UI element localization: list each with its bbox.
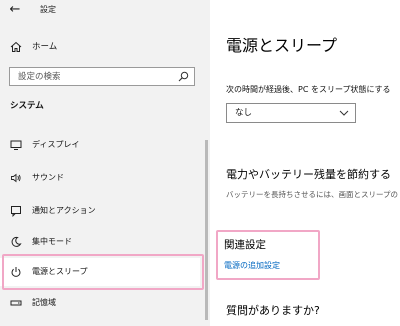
sleep-description: 次の時間が経過後、PC をスリープ状態にする <box>226 85 391 94</box>
display-icon <box>10 140 22 150</box>
section-title-system: システム <box>10 101 44 111</box>
sidebar-item-home[interactable]: ホーム <box>0 38 200 58</box>
notification-icon <box>11 206 21 217</box>
sidebar-item-storage[interactable]: 記憶域 <box>0 290 200 316</box>
sidebar-item-label: ディスプレイ <box>32 140 80 149</box>
search-input[interactable]: 設定の検索 <box>9 67 195 86</box>
section-heading-questions: 質問がありますか? <box>226 304 320 317</box>
back-arrow-icon[interactable]: ← <box>6 2 24 18</box>
section-heading-power-saving: 電力やバッテリー残量を節約する <box>226 168 391 181</box>
sidebar-item-label: 通知とアクション <box>32 206 96 215</box>
additional-power-settings-link[interactable]: 電源の追加設定 <box>224 261 280 271</box>
main-content: 電源とスリープ 次の時間が経過後、PC をスリープ状態にする なし 電力やバッテ… <box>210 0 400 326</box>
sidebar-item-focus[interactable]: 集中モード <box>0 229 200 255</box>
title-bar: ← 設定 <box>0 0 210 22</box>
settings-window: ← 設定 ホーム 設定の検索 システム ディスプレイ サウンド 通知とアクション… <box>0 0 400 326</box>
sidebar-item-sound[interactable]: サウンド <box>0 165 200 191</box>
sidebar-item-label: ホーム <box>32 42 58 52</box>
chevron-down-icon <box>339 110 349 116</box>
app-title: 設定 <box>40 5 56 14</box>
highlight-frame-related <box>216 230 320 280</box>
highlight-frame-power <box>2 254 204 290</box>
dropdown-value: なし <box>235 108 253 118</box>
sidebar-scrollbar[interactable] <box>205 140 208 320</box>
section-heading-related: 関連設定 <box>224 239 266 251</box>
sound-icon <box>11 173 21 183</box>
sidebar-item-label: 記憶域 <box>32 298 56 307</box>
sidebar-item-label: サウンド <box>32 173 64 182</box>
sleep-timeout-select[interactable]: なし <box>226 103 356 123</box>
focus-moon-icon <box>11 236 22 247</box>
sidebar-item-label: 集中モード <box>32 237 72 246</box>
page-title: 電源とスリープ <box>226 36 338 55</box>
home-icon <box>10 41 22 52</box>
sidebar-item-notifications[interactable]: 通知とアクション <box>0 198 200 224</box>
sidebar-item-display[interactable]: ディスプレイ <box>0 132 200 158</box>
search-placeholder: 設定の検索 <box>18 72 61 82</box>
sidebar: ← 設定 ホーム 設定の検索 システム ディスプレイ サウンド 通知とアクション… <box>0 0 210 326</box>
storage-icon <box>10 300 22 306</box>
search-icon[interactable] <box>178 71 189 82</box>
power-saving-description: バッテリーを長持ちさせるには、画面とスリープの <box>226 190 399 199</box>
